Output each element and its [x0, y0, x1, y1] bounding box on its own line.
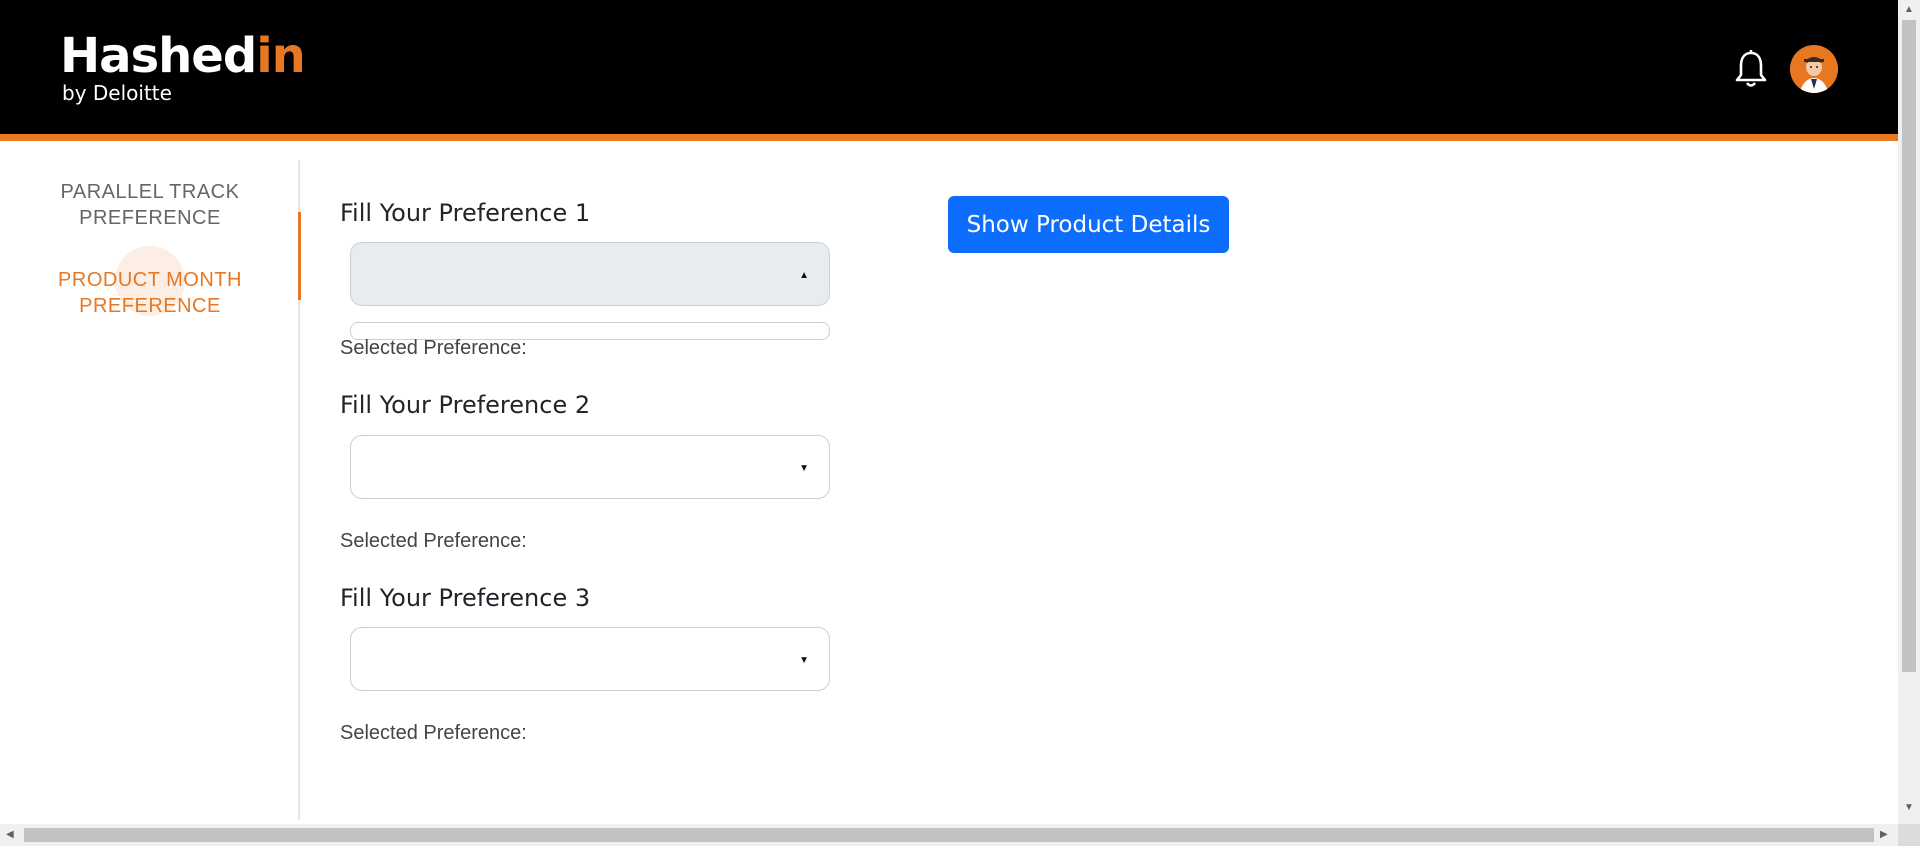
horizontal-scroll-thumb[interactable] [24, 828, 1874, 842]
sidebar-item-label: PREFERENCE [79, 207, 221, 229]
scrollbar-corner [1898, 824, 1920, 846]
preference-3-selected: Selected Preference: [340, 722, 527, 744]
sidebar-item-parallel-track-preference[interactable]: PARALLEL TRACK PREFERENCE [40, 179, 260, 231]
vertical-scroll-thumb[interactable] [1902, 20, 1916, 672]
horizontal-scrollbar[interactable]: ◀ ▶ [0, 824, 1898, 846]
logo-accent: in [256, 28, 306, 84]
vertical-scrollbar[interactable]: ▲ ▼ [1898, 0, 1920, 824]
sidebar-item-label: PREFERENCE [79, 295, 221, 317]
app-header: Hashed in by Deloitte [0, 0, 1898, 141]
show-product-details-button[interactable]: Show Product Details [948, 196, 1229, 253]
preference-2-select[interactable]: ▼ [350, 435, 830, 499]
hashedin-logo[interactable]: Hashed in by Deloitte [60, 28, 306, 105]
logo-text: Hashed [60, 28, 257, 84]
logo-subtitle: by Deloitte [62, 81, 172, 105]
sidebar-item-label: PRODUCT MONTH [58, 269, 242, 291]
scroll-down-icon[interactable]: ▼ [1904, 802, 1914, 813]
avatar[interactable] [1790, 45, 1838, 93]
scroll-left-icon[interactable]: ◀ [6, 829, 14, 840]
preference-3-select[interactable]: ▼ [350, 627, 830, 691]
scroll-up-icon[interactable]: ▲ [1904, 4, 1914, 15]
bell-icon[interactable] [1733, 49, 1769, 89]
preference-2-label: Fill Your Preference 2 [340, 391, 591, 419]
active-indicator [298, 212, 301, 300]
user-avatar-icon [1790, 45, 1838, 93]
preference-3-label: Fill Your Preference 3 [340, 584, 591, 612]
preference-1-select[interactable]: ▲ [350, 242, 830, 306]
caret-down-icon: ▼ [799, 655, 809, 666]
sidebar-item-label: PARALLEL TRACK [60, 181, 240, 203]
caret-down-icon: ▼ [799, 463, 809, 474]
sidebar-nav: PARALLEL TRACK PREFERENCE PRODUCT MONTH … [0, 160, 301, 820]
sidebar-item-product-month-preference[interactable]: PRODUCT MONTH PREFERENCE [40, 267, 260, 319]
preference-2-selected: Selected Preference: [340, 530, 527, 552]
caret-up-icon: ▲ [799, 270, 809, 281]
logo-wordmark: Hashed in [60, 28, 306, 84]
preference-1-selected: Selected Preference: [340, 337, 527, 359]
preference-1-label: Fill Your Preference 1 [340, 199, 591, 227]
scroll-right-icon[interactable]: ▶ [1880, 829, 1888, 840]
